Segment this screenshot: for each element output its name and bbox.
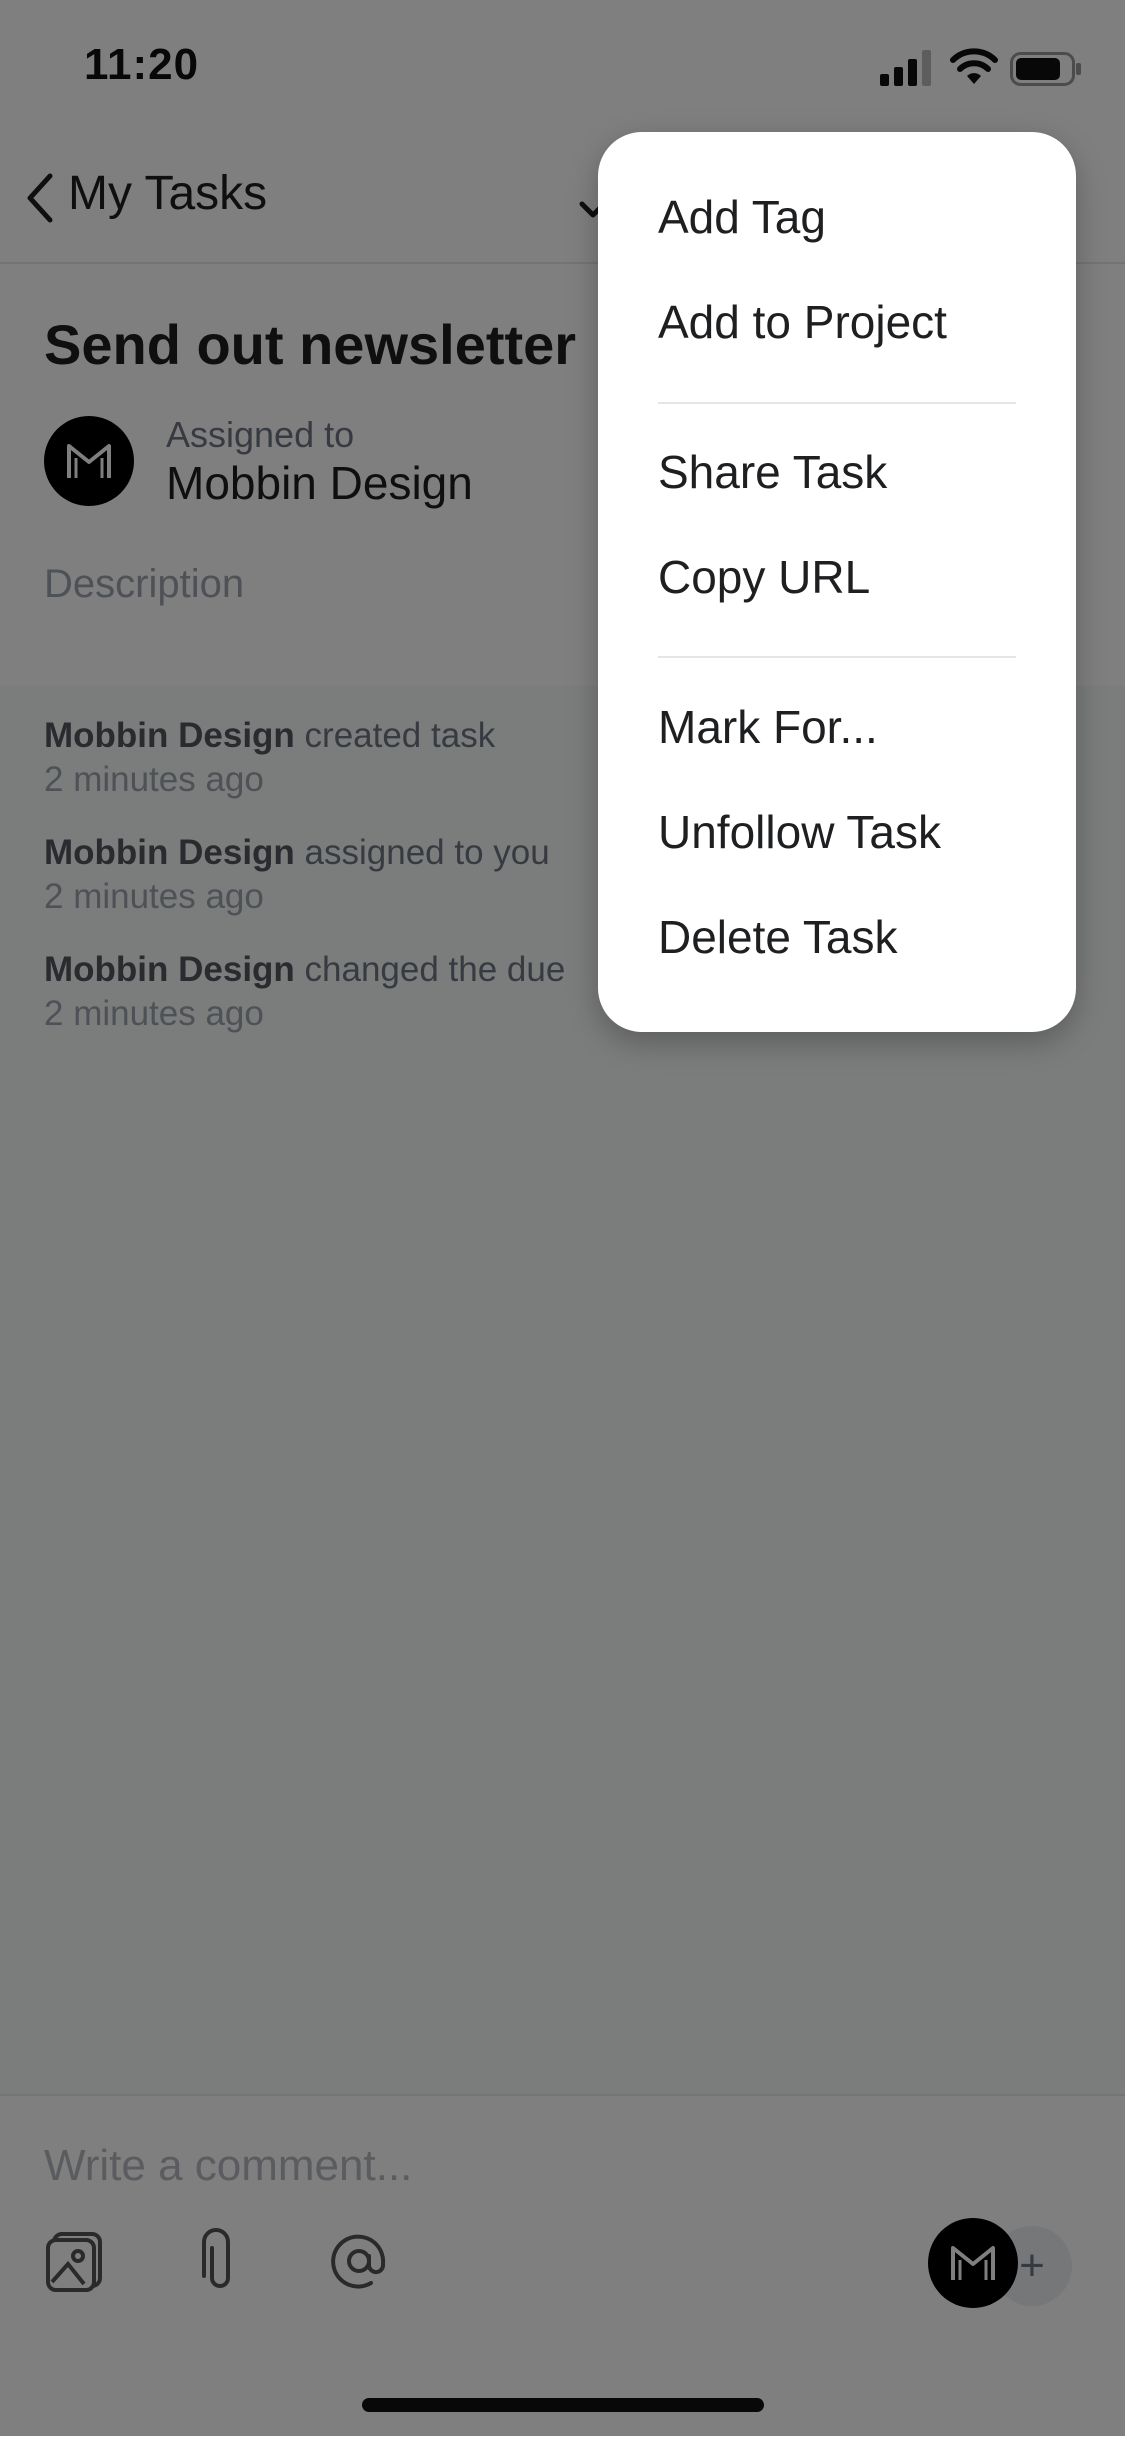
task-actions-menu: Add Tag Add to Project Share Task Copy U… [598,132,1076,1032]
menu-divider [658,402,1016,404]
menu-item-copy-url[interactable]: Copy URL [658,550,870,604]
menu-item-add-tag[interactable]: Add Tag [658,190,826,244]
menu-divider [658,656,1016,658]
menu-item-share-task[interactable]: Share Task [658,445,887,499]
menu-item-mark-for[interactable]: Mark For... [658,700,878,754]
menu-item-delete-task[interactable]: Delete Task [658,910,898,964]
menu-item-unfollow-task[interactable]: Unfollow Task [658,805,941,859]
menu-item-add-to-project[interactable]: Add to Project [658,295,947,349]
